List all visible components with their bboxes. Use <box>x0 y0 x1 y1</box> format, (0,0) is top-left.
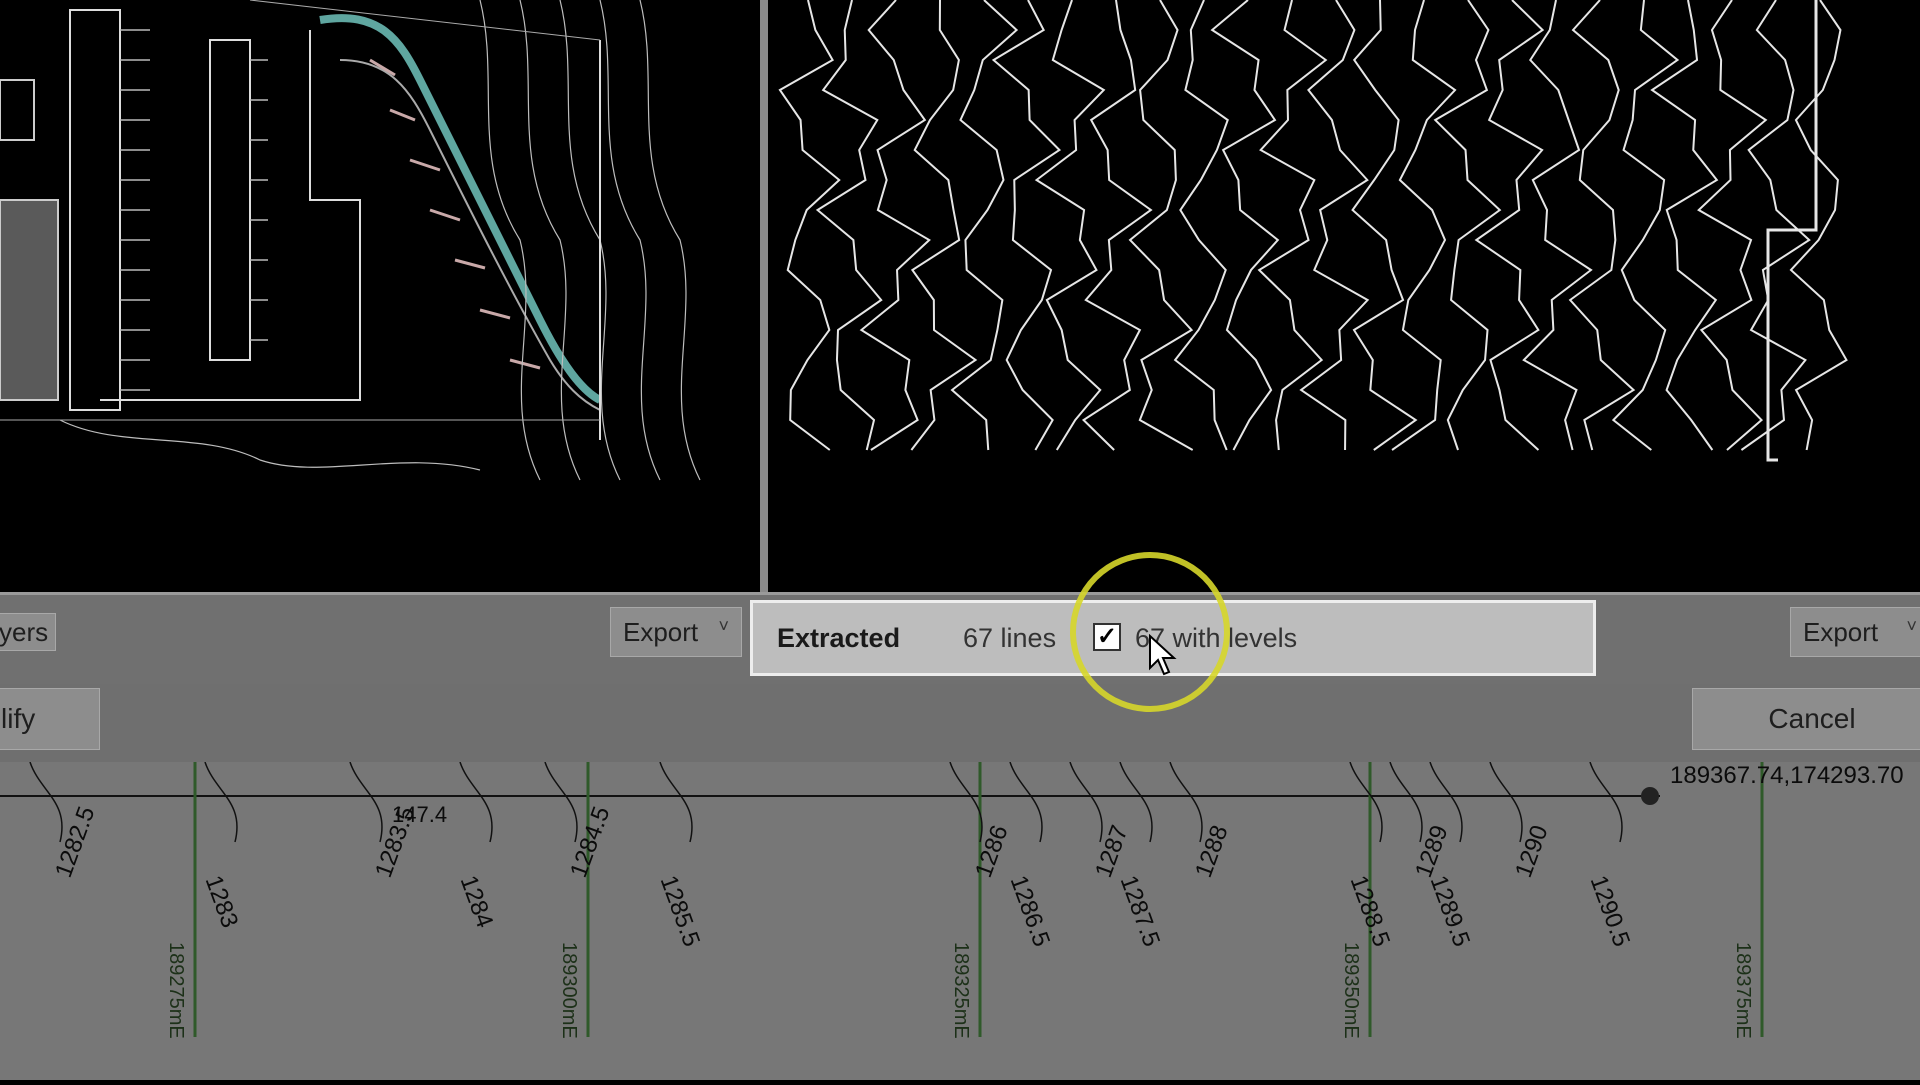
lines-count: 67 lines <box>963 623 1057 653</box>
export-right-label: Export <box>1803 616 1879 647</box>
contour-line <box>1789 0 1848 451</box>
site-plan-drawing <box>0 0 701 481</box>
boundary-line <box>1766 0 1818 462</box>
coordinate-readout: 189367.74,174293.70 <box>1670 762 1904 789</box>
contour-line <box>1210 0 1280 451</box>
contour-line <box>1650 0 1719 451</box>
contour-crossing <box>1489 761 1523 843</box>
contour-crossing <box>1009 761 1043 843</box>
contour-crossing <box>459 761 493 843</box>
contour-crossing <box>1349 761 1383 843</box>
grid-label: 189350mE <box>1340 942 1362 1039</box>
viewport-splitter[interactable] <box>760 0 768 592</box>
right-drawing-viewport[interactable] <box>768 0 1920 592</box>
click-highlight-ring <box>1070 552 1230 712</box>
contour-crossing <box>544 761 578 843</box>
action-row: lify Cancel <box>0 684 1920 762</box>
contour-line <box>950 0 1019 451</box>
contour-crossing <box>1069 761 1103 843</box>
modify-button[interactable]: lify <box>0 688 100 750</box>
profile-end-marker <box>1641 787 1659 805</box>
contour-line <box>1034 0 1106 451</box>
contour-line <box>1522 0 1593 451</box>
long-section-profile[interactable]: 189367.74,174293.70 147.4 189275mE 189300… <box>0 761 1920 1080</box>
contour-crossing <box>349 761 383 843</box>
contour-line <box>1391 0 1457 451</box>
contour-crossing <box>1169 761 1203 843</box>
layers-button[interactable]: yers <box>0 613 56 651</box>
contour-crossing <box>204 761 238 843</box>
contour-line <box>991 0 1062 451</box>
contour-line <box>1611 0 1680 451</box>
layers-button-label: yers <box>0 616 49 647</box>
contour-line <box>1257 0 1328 451</box>
contour-line <box>778 0 841 451</box>
grid-label: 189275mE <box>165 942 187 1039</box>
modify-button-label: lify <box>1 703 36 734</box>
contour-line <box>1351 0 1418 451</box>
cancel-button-label: Cancel <box>1768 703 1856 734</box>
contour-line <box>1173 0 1229 451</box>
export-dropdown-right[interactable]: Export ˅ <box>1790 607 1920 657</box>
status-title: Extracted <box>777 623 901 653</box>
contour-crossing <box>1389 761 1423 843</box>
contour-line <box>1568 0 1636 451</box>
contour-line <box>1433 0 1502 451</box>
export-dropdown-left[interactable]: Export ˅ <box>610 607 742 657</box>
grid-label: 189375mE <box>1732 942 1754 1039</box>
grid-label: 189300mE <box>558 942 580 1039</box>
chevron-down-icon: ˅ <box>718 616 729 636</box>
contour-line <box>1081 0 1153 451</box>
left-drawing-viewport[interactable] <box>0 0 760 592</box>
export-left-label: Export <box>623 616 699 647</box>
contour-line <box>1697 0 1768 451</box>
contour-crossing <box>29 761 63 843</box>
contour-crossing <box>949 761 983 843</box>
contour-line <box>1128 0 1194 451</box>
contour-line <box>1740 0 1811 451</box>
contour-line <box>1299 0 1370 451</box>
grid-label: 189325mE <box>950 942 972 1039</box>
contour-line <box>1474 0 1545 451</box>
chevron-down-icon: ˅ <box>1906 616 1917 636</box>
mouse-cursor-icon <box>1149 634 1177 676</box>
contour-line <box>859 0 931 451</box>
cancel-button[interactable]: Cancel <box>1692 688 1920 750</box>
extracted-contours-drawing <box>778 0 1848 462</box>
contour-line <box>910 0 978 451</box>
contour-line <box>815 0 883 451</box>
contour-crossing <box>659 761 693 843</box>
contour-crossing <box>1589 761 1623 843</box>
